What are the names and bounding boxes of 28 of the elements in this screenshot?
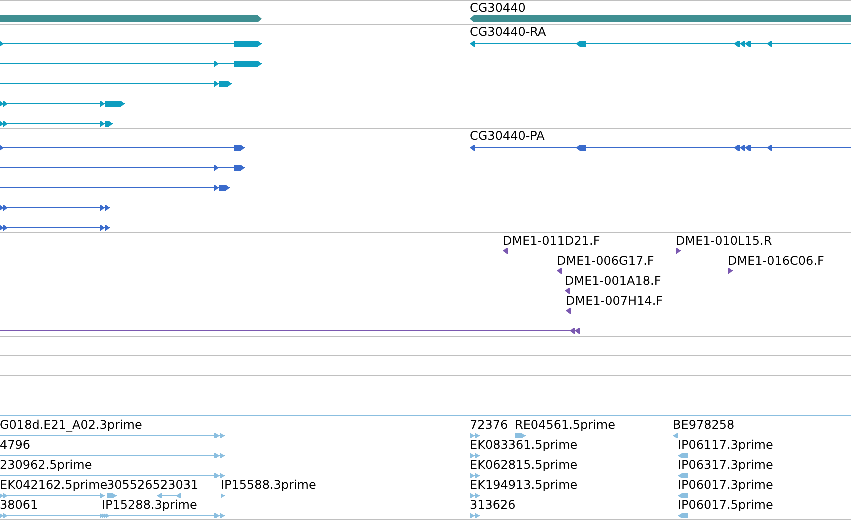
feature-label: IP06117.3prime	[678, 439, 774, 452]
feature-label: DME1-001A18.F	[565, 275, 662, 288]
feature-label: CG30440	[470, 2, 526, 15]
feature-label: IP06017.3prime	[678, 479, 774, 492]
feature-label: EK194913.5prime	[470, 479, 578, 492]
feature-label: DME1-016C06.F	[728, 255, 824, 268]
feature-label: IP06317.3prime	[678, 459, 774, 472]
feature-label: 230962.5prime	[0, 459, 92, 472]
feature-label: EK083361.5prime	[470, 439, 578, 452]
feature-label: IP15288.3prime	[102, 499, 198, 512]
feature-label: IP15588.3prime	[221, 479, 316, 492]
feature-label: DME1-007H14.F	[566, 295, 664, 308]
feature-label: CG30440-RA	[470, 26, 546, 39]
feature-label: DME1-011D21.F	[503, 235, 600, 248]
feature-label: EK062815.5prime	[470, 459, 578, 472]
feature-label: 305526523031	[107, 479, 199, 492]
feature-label: 4796	[0, 439, 31, 452]
feature-label: EK042162.5prime	[0, 479, 108, 492]
feature-label: CG30440-PA	[470, 130, 545, 143]
feature-label: DME1-010L15.R	[676, 235, 772, 248]
feature-label: DME1-006G17.F	[557, 255, 654, 268]
feature-label: 72376	[470, 419, 508, 432]
feature-label: RE04561.5prime	[515, 419, 616, 432]
feature-label: 313626	[470, 499, 516, 512]
feature-label: IP06017.5prime	[678, 499, 774, 512]
feature-label: 38061	[0, 499, 38, 512]
feature-label: G018d.E21_A02.3prime	[0, 419, 142, 432]
feature-label: BE978258	[673, 419, 735, 432]
